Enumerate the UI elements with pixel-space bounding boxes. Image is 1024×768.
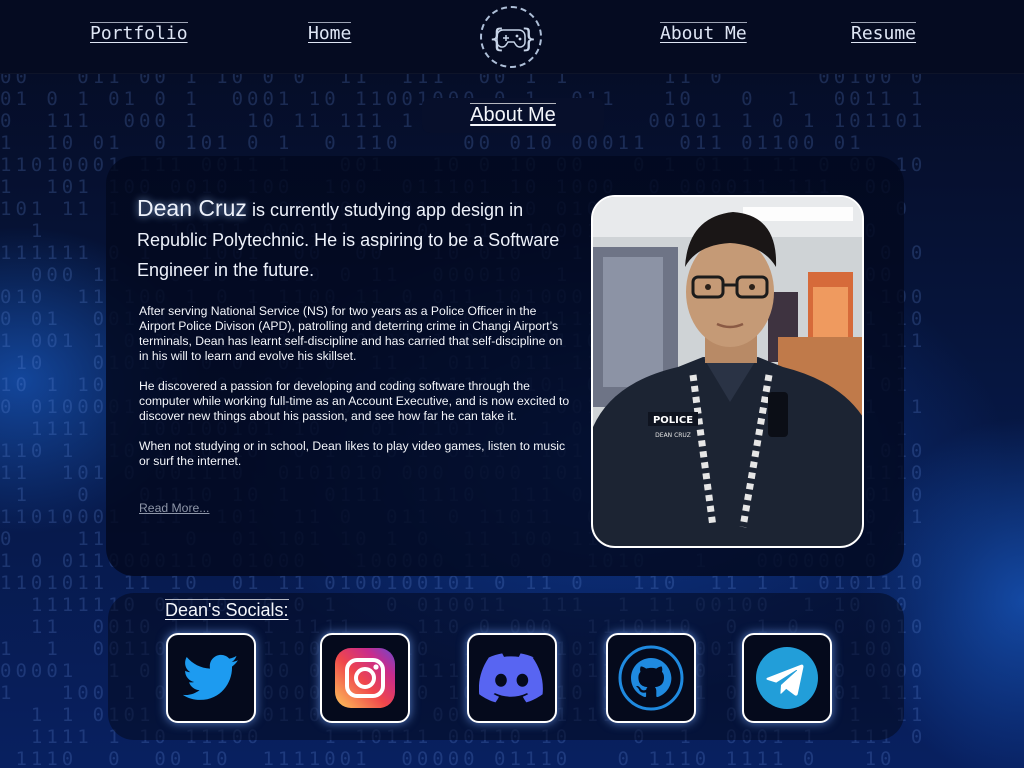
read-more-link[interactable]: Read More...	[139, 501, 209, 515]
discord-button[interactable]	[467, 633, 557, 723]
instagram-button[interactable]	[320, 633, 410, 723]
section-title-box: About Me	[422, 98, 604, 133]
bio-paragraph: He discovered a passion for developing a…	[139, 379, 570, 423]
section-title: About Me	[470, 103, 556, 126]
about-card: Dean Cruz is currently studying app desi…	[106, 156, 904, 576]
telegram-icon	[756, 647, 818, 709]
github-button[interactable]	[606, 633, 696, 723]
github-icon	[618, 645, 684, 711]
uniform-police-text: POLICE	[653, 415, 693, 426]
nav-link-portfolio[interactable]: Portfolio	[90, 22, 188, 45]
bio: After serving National Service (NS) for …	[139, 304, 571, 484]
intro-text: Dean Cruz is currently studying app desi…	[137, 193, 569, 285]
socials-title: Dean's Socials:	[165, 599, 289, 620]
bio-paragraph: After serving National Service (NS) for …	[139, 304, 563, 363]
telegram-button[interactable]	[742, 633, 832, 723]
uniform-name-tag: DEAN CRUZ	[655, 432, 691, 439]
twitter-icon	[183, 654, 239, 700]
top-nav: Portfolio Home { } About Me Resume	[0, 0, 1024, 74]
profile-photo: POLICE DEAN CRUZ	[591, 195, 864, 548]
nav-link-about-me[interactable]: About Me	[660, 22, 747, 45]
nav-link-resume[interactable]: Resume	[851, 22, 917, 45]
svg-text:}: }	[521, 24, 536, 54]
socials-card: Dean's Socials:	[108, 593, 904, 740]
twitter-button[interactable]	[166, 633, 256, 723]
instagram-icon	[335, 648, 395, 708]
discord-icon	[479, 653, 543, 703]
gamepad-logo-icon[interactable]: { }	[480, 6, 542, 68]
person-name: Dean Cruz	[137, 195, 247, 221]
bio-paragraph: When not studying or in school, Dean lik…	[139, 439, 566, 468]
nav-link-home[interactable]: Home	[308, 22, 352, 45]
